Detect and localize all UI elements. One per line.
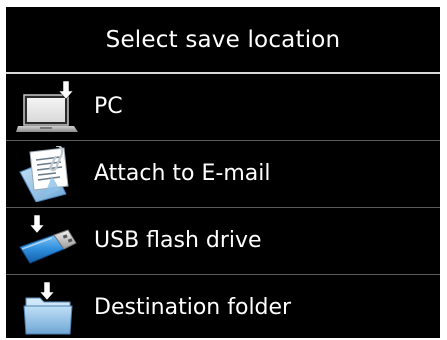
- menu-divider: [6, 140, 440, 141]
- menu-item-attach-to-email[interactable]: Attach to E-mail: [6, 141, 440, 206]
- menu-item-label: Attach to E-mail: [94, 161, 271, 186]
- menu-item-label: Destination folder: [94, 295, 292, 320]
- printer-screen: Select save location PC Attach to E-mail…: [6, 7, 440, 338]
- folder-icon: [23, 281, 73, 334]
- menu-item-destination-folder[interactable]: Destination folder: [6, 275, 440, 338]
- menu-divider: [6, 207, 440, 208]
- laptop-icon: [16, 80, 78, 132]
- save-location-menu: PC Attach to E-mail USB flash drive Dest…: [6, 74, 440, 338]
- screen-title-bar: Select save location: [6, 7, 440, 72]
- menu-item-usb-flash-drive[interactable]: USB flash drive: [6, 208, 440, 273]
- menu-item-pc[interactable]: PC: [6, 74, 440, 139]
- menu-item-label: USB flash drive: [94, 228, 262, 253]
- usb-drive-icon: [19, 214, 77, 264]
- menu-divider: [6, 274, 440, 275]
- menu-item-label: PC: [94, 94, 123, 119]
- page-title: Select save location: [105, 26, 341, 53]
- email-attachment-icon: [19, 145, 69, 202]
